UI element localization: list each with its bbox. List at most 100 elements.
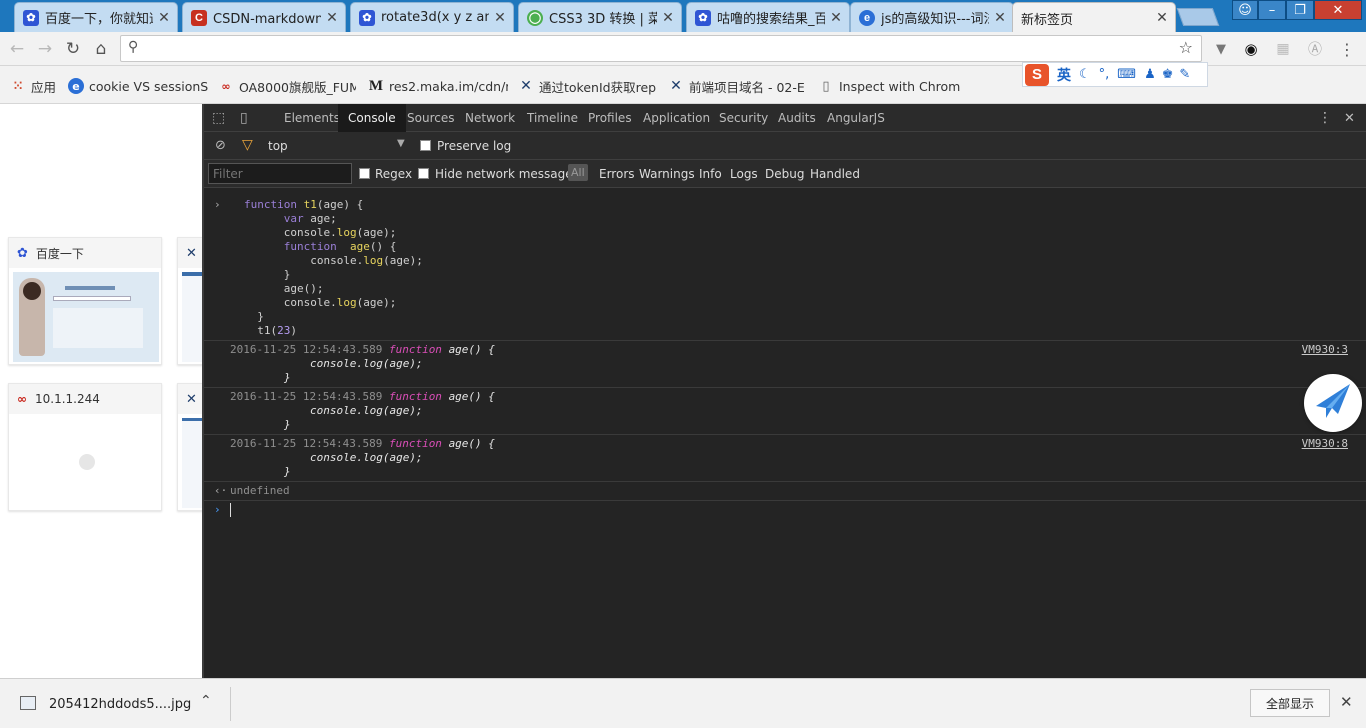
device-icon[interactable]: ▯ [240,104,260,132]
level-all[interactable]: All [568,164,588,181]
inspect-icon[interactable]: ⬚ [212,104,232,132]
reload-icon[interactable]: ↻ [62,38,84,60]
prompt-chevron-icon: › [214,503,221,516]
devtools-panel: ⬚ ▯ Elements Console Sources Network Tim… [202,104,1366,678]
close-icon[interactable]: ✕ [493,10,507,26]
vpn-extension-icon[interactable]: ▼ [1210,38,1232,60]
tab-network[interactable]: Network [465,104,515,132]
tab-angularjs[interactable]: AngularJS [827,104,885,132]
maximize-button[interactable]: ❐ [1286,0,1314,20]
bookmark-label: Inspect with Chrome [839,78,960,94]
log-text: console.log(age); [310,357,423,370]
close-window-button[interactable]: ✕ [1314,0,1362,20]
wrench-icon[interactable]: ✎ [1179,67,1190,82]
more-options-icon[interactable]: ⋮ [1318,104,1332,132]
close-icon[interactable]: ✕ [829,10,843,26]
tab-elements[interactable]: Elements [284,104,340,132]
tile-thumbnail [13,272,159,362]
close-icon[interactable]: ✕ [325,10,339,26]
bookmark-tokenid[interactable]: ✕ 通过tokenId获取rep [518,77,658,95]
tab-timeline[interactable]: Timeline [527,104,578,132]
level-info[interactable]: Info [699,167,722,181]
close-icon[interactable]: ✕ [993,10,1007,26]
user-icon[interactable]: ☺ [1232,0,1258,20]
tab-search[interactable]: ✿ 咕噜的搜索结果_百 ✕ [686,2,850,32]
most-visited-tile[interactable]: ✕ [177,383,202,511]
keyboard-icon[interactable]: ⌨ [1117,67,1136,82]
shirt-icon[interactable]: ♚ [1162,67,1174,82]
eye-extension-icon[interactable]: ◉ [1240,38,1262,60]
bookmark-frontend-domain[interactable]: ✕ 前端项目域名 - 02-E [668,77,808,95]
show-all-button[interactable]: 全部显示 [1250,689,1330,717]
divider [204,500,1366,501]
address-input[interactable] [149,39,1169,58]
tab-js[interactable]: e js的高级知识---词法 ✕ [850,2,1014,32]
bookmark-apps[interactable]: ⁙ 应用 [10,77,60,95]
log-keyword: function [388,390,442,403]
bookmark-inspect[interactable]: ▯ Inspect with Chrome [818,77,960,95]
angular-extension-icon[interactable]: Ⓐ [1304,38,1326,60]
punctuation-icon[interactable]: °, [1099,67,1110,82]
back-icon[interactable]: ← [6,38,28,60]
ime-mode-label[interactable]: 英 [1057,65,1071,85]
console-cursor[interactable] [230,503,231,517]
grid-extension-icon[interactable]: ▦ [1272,38,1294,60]
new-tab-button[interactable] [1176,8,1220,26]
chevron-down-icon[interactable]: ▼ [397,138,405,149]
forward-icon[interactable]: → [34,38,56,60]
bookmark-maka[interactable]: M res2.maka.im/cdn/m [368,77,508,95]
code-line: console.log(age); [244,296,397,309]
clear-console-icon[interactable]: ⊘ [215,138,226,153]
source-link[interactable]: VM930:3 [1302,343,1348,357]
address-bar[interactable]: ⚲ ☆ [120,35,1202,62]
tool-icon: ✕ [186,245,197,261]
level-debug[interactable]: Debug [765,167,804,181]
minimize-button[interactable]: – [1258,0,1286,20]
moon-icon[interactable]: ☾ [1079,67,1091,82]
most-visited-tile[interactable]: ✕ [177,237,202,365]
filter-input[interactable] [208,163,352,184]
tab-baidu[interactable]: ✿ 百度一下，你就知道 ✕ [14,2,178,32]
close-icon[interactable]: ✕ [157,10,171,26]
user-icon[interactable]: ♟ [1144,67,1156,82]
close-icon[interactable]: ✕ [1340,693,1353,711]
tab-sources[interactable]: Sources [407,104,454,132]
console-output[interactable]: › function t1(age) { var age; console.lo… [204,188,1366,678]
most-visited-tile[interactable]: ∞ 10.1.1.244 [8,383,162,511]
level-handled[interactable]: Handled [810,167,860,181]
bookmark-cookie[interactable]: e cookie VS sessionSto [68,77,208,95]
maka-icon: M [368,77,384,94]
console-filter-bar: Regex Hide network messages All Errors W… [204,160,1366,188]
context-select[interactable]: top [268,139,288,153]
tab-newtab[interactable]: 新标签页 ✕ [1012,2,1176,32]
bird-widget-icon[interactable] [1304,374,1362,432]
close-icon[interactable]: ✕ [1344,104,1355,132]
level-errors[interactable]: Errors [599,167,635,181]
download-filename[interactable]: 205412hddods5....jpg [49,697,191,712]
tab-profiles[interactable]: Profiles [588,104,632,132]
tab-console[interactable]: Console [338,104,406,132]
tab-css3[interactable]: ◯ CSS3 3D 转换 | 菜鸟 ✕ [518,2,682,32]
tab-security[interactable]: Security [719,104,768,132]
star-icon[interactable]: ☆ [1179,38,1193,57]
tab-rotate3d[interactable]: ✿ rotate3d(x y z ang ✕ [350,2,514,32]
tab-application[interactable]: Application [643,104,710,132]
menu-icon[interactable]: ⋮ [1336,38,1358,60]
most-visited-tile[interactable]: ✿ 百度一下 [8,237,162,365]
regex-checkbox[interactable] [359,168,370,179]
tab-audits[interactable]: Audits [778,104,816,132]
tab-csdn[interactable]: C CSDN-markdown编 ✕ [182,2,346,32]
ime-toolbar[interactable]: S 英 ☾ °, ⌨ ♟ ♚ ✎ [1022,62,1208,87]
close-icon[interactable]: ✕ [1155,10,1169,26]
source-link[interactable]: VM930:8 [1302,437,1348,451]
bookmark-oa8000[interactable]: ∞ OA8000旗舰版_FUME [218,77,356,95]
home-icon[interactable]: ⌂ [90,38,112,60]
level-warnings[interactable]: Warnings [639,167,695,181]
chevron-up-icon[interactable]: ⌃ [200,693,212,709]
filter-icon[interactable]: ▽ [242,137,253,153]
bookmark-label: 应用 [31,79,57,95]
close-icon[interactable]: ✕ [661,10,675,26]
hide-network-checkbox[interactable] [418,168,429,179]
level-logs[interactable]: Logs [730,167,758,181]
preserve-log-checkbox[interactable] [420,140,431,151]
